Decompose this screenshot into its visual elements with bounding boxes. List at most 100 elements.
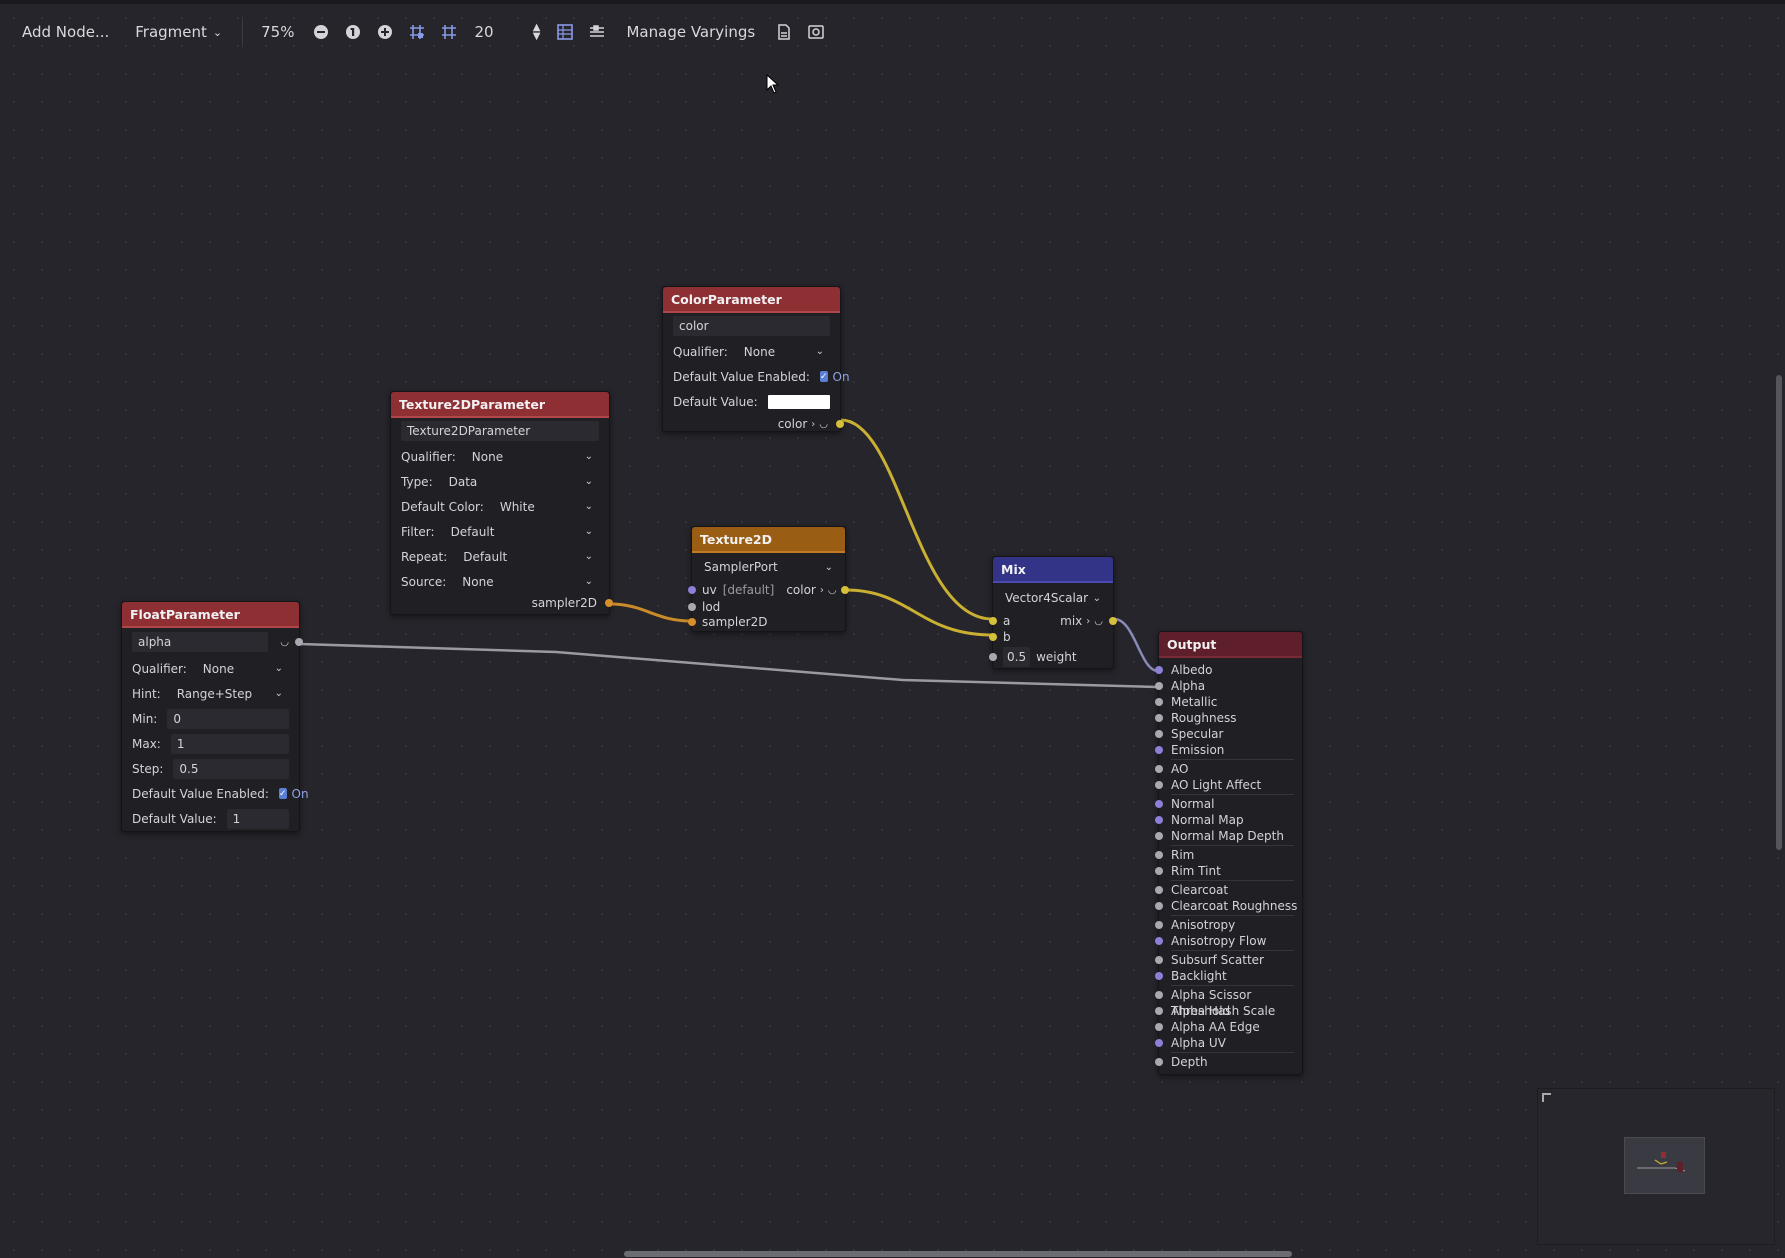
chevron-right-icon[interactable]: ›: [1086, 616, 1090, 627]
output-input-port[interactable]: [1155, 666, 1163, 674]
parameter-name-input[interactable]: alpha: [132, 632, 269, 652]
weight-input-port[interactable]: [989, 653, 997, 661]
manage-varyings-button[interactable]: Manage Varyings: [616, 17, 765, 47]
output-input-port[interactable]: [1155, 781, 1163, 789]
output-input-port[interactable]: [1155, 851, 1163, 859]
zoom-reset-icon[interactable]: [340, 19, 366, 45]
add-node-button[interactable]: Add Node...: [12, 17, 119, 47]
node-title[interactable]: Texture2DParameter: [391, 392, 609, 418]
output-port-row: AO: [1155, 761, 1302, 777]
color-swatch[interactable]: [767, 394, 830, 409]
output-input-port[interactable]: [1155, 730, 1163, 738]
output-input-port[interactable]: [1155, 902, 1163, 910]
spin-updown-icon[interactable]: ▲ ▼: [533, 23, 541, 42]
texture2d-node[interactable]: Texture2D SamplerPort ⌄ uv [default] col…: [688, 526, 849, 632]
output-input-port[interactable]: [1155, 714, 1163, 722]
node-title[interactable]: ColorParameter: [663, 287, 840, 313]
mix-output-port[interactable]: [1109, 617, 1117, 625]
output-input-port[interactable]: [1155, 1039, 1163, 1047]
expand-icon[interactable]: ◡: [819, 419, 828, 430]
output-input-port[interactable]: [1155, 800, 1163, 808]
output-input-port[interactable]: [1155, 867, 1163, 875]
parameter-name-input[interactable]: color: [673, 316, 830, 336]
chevron-right-icon[interactable]: ›: [811, 419, 815, 430]
output-input-port[interactable]: [1155, 886, 1163, 894]
node-title[interactable]: Texture2D: [692, 527, 845, 553]
output-input-port[interactable]: [1155, 682, 1163, 690]
checkbox-checked-icon[interactable]: ✓: [278, 788, 287, 799]
filter-select[interactable]: Default ⌄: [445, 522, 599, 542]
zoom-out-icon[interactable]: [308, 19, 334, 45]
node-title[interactable]: Mix: [993, 557, 1113, 583]
preview-icon[interactable]: [803, 19, 829, 45]
horizontal-scroll-thumb[interactable]: [624, 1251, 1292, 1257]
expand-icon[interactable]: ◡: [1094, 616, 1103, 627]
mix-mode-select[interactable]: Vector4Scalar ⌄: [1003, 588, 1103, 608]
vertical-scrollbar[interactable]: [1773, 60, 1785, 1248]
default-value-input[interactable]: 1: [226, 808, 289, 829]
qualifier-select[interactable]: None ⌄: [738, 342, 830, 362]
float-parameter-node[interactable]: FloatParameter alpha ◡ Qualifier: None ⌄…: [121, 601, 309, 832]
lod-input-port[interactable]: [688, 602, 696, 611]
arrange-nodes-icon[interactable]: [584, 19, 610, 45]
step-input[interactable]: 0.5: [173, 758, 289, 779]
a-input-port[interactable]: [989, 617, 997, 625]
vertical-scroll-thumb[interactable]: [1776, 375, 1782, 850]
uv-input-port[interactable]: [688, 586, 696, 594]
weight-value-input[interactable]: 0.5: [1003, 647, 1031, 667]
output-input-port[interactable]: [1155, 972, 1163, 980]
output-input-port[interactable]: [1155, 956, 1163, 964]
output-input-port[interactable]: [1155, 698, 1163, 706]
source-select[interactable]: SamplerPort ⌄: [702, 557, 835, 577]
minimap-resize-icon[interactable]: [1542, 1093, 1551, 1102]
output-input-port[interactable]: [1155, 832, 1163, 840]
color-output-port[interactable]: [841, 586, 849, 594]
minimap[interactable]: [1537, 1088, 1775, 1245]
minimap-toggle-icon[interactable]: [552, 19, 578, 45]
default-color-select[interactable]: White ⌄: [494, 497, 599, 517]
zoom-in-icon[interactable]: [372, 19, 398, 45]
checkbox-checked-icon[interactable]: ✓: [819, 371, 828, 382]
qualifier-select[interactable]: None ⌄: [197, 659, 289, 679]
qualifier-select[interactable]: None ⌄: [466, 447, 599, 467]
output-input-port[interactable]: [1155, 765, 1163, 773]
output-input-port[interactable]: [1155, 816, 1163, 824]
show-code-icon[interactable]: [771, 19, 797, 45]
sampler-output-port[interactable]: [605, 599, 613, 607]
output-input-port[interactable]: [1155, 991, 1163, 999]
color-parameter-node[interactable]: ColorParameter color Qualifier: None ⌄ D…: [662, 286, 850, 432]
source-select[interactable]: None ⌄: [456, 572, 599, 592]
node-title[interactable]: Output: [1159, 632, 1302, 658]
min-input[interactable]: 0: [167, 708, 289, 729]
output-input-port[interactable]: [1155, 921, 1163, 929]
output-input-port[interactable]: [1155, 937, 1163, 945]
b-input-port[interactable]: [989, 633, 997, 641]
repeat-select[interactable]: Default ⌄: [457, 547, 599, 567]
sampler-input-port[interactable]: [688, 618, 696, 626]
chevron-right-icon[interactable]: ›: [820, 585, 824, 596]
output-input-port[interactable]: [1155, 1058, 1163, 1066]
grid-toggle-icon[interactable]: [404, 19, 430, 45]
output-input-port[interactable]: [1155, 746, 1163, 754]
node-title[interactable]: FloatParameter: [122, 602, 299, 628]
horizontal-scrollbar[interactable]: [0, 1248, 1775, 1258]
color-output-port[interactable]: [836, 420, 844, 428]
minimap-viewport[interactable]: [1624, 1137, 1705, 1194]
snap-grid-icon[interactable]: [436, 19, 462, 45]
snap-distance-spinbox[interactable]: 20 ▲ ▼: [468, 17, 546, 47]
expand-icon[interactable]: ◡: [280, 637, 289, 648]
float-output-port[interactable]: [295, 638, 303, 646]
zoom-level[interactable]: 75%: [253, 17, 302, 47]
texture2d-parameter-node[interactable]: Texture2DParameter Texture2DParameter Qu…: [390, 391, 613, 615]
output-input-port[interactable]: [1155, 1007, 1163, 1015]
output-node[interactable]: Output Albedo Alpha Metallic Roughness Specu…: [1155, 631, 1303, 1075]
expand-icon[interactable]: ◡: [828, 585, 837, 596]
mix-node[interactable]: Mix Vector4Scalar ⌄ a mix › ◡ b 0.5 weig…: [989, 556, 1117, 669]
max-input[interactable]: 1: [170, 733, 289, 754]
shader-mode-dropdown[interactable]: Fragment ⌄: [125, 17, 232, 47]
parameter-name-input[interactable]: Texture2DParameter: [401, 421, 599, 441]
visual-shader-editor[interactable]: Add Node... Fragment ⌄ 75% 20 ▲ ▼ Manage…: [0, 0, 1785, 1258]
hint-select[interactable]: Range+Step ⌄: [171, 684, 289, 704]
type-select[interactable]: Data ⌄: [443, 472, 599, 492]
output-input-port[interactable]: [1155, 1023, 1163, 1031]
